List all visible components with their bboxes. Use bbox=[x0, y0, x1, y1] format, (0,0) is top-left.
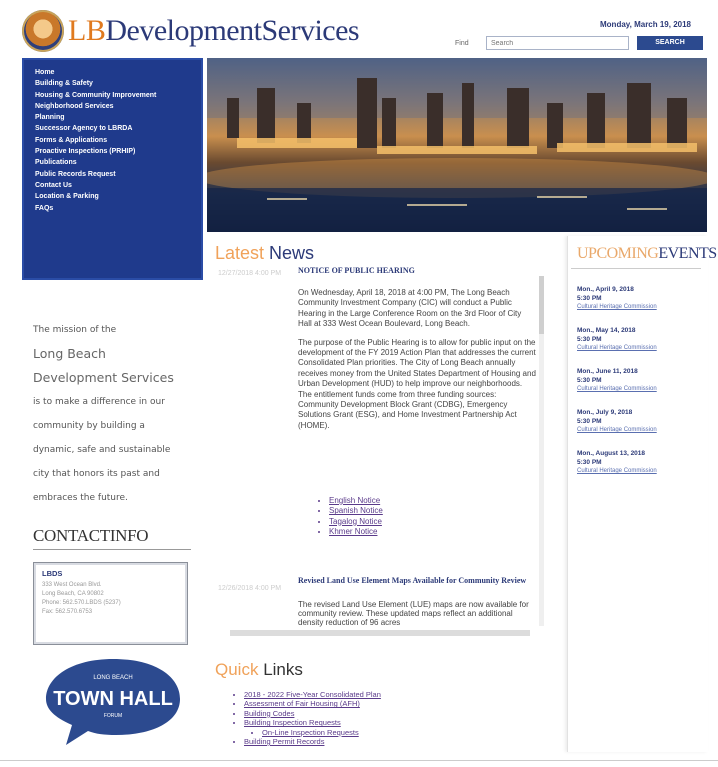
event-link[interactable]: Cultural Heritage Commission bbox=[577, 426, 705, 435]
sidebar-item-contact[interactable]: Contact Us bbox=[35, 180, 203, 191]
news-paragraph: On Wednesday, April 18, 2018 at 4:00 PM,… bbox=[298, 288, 522, 329]
event-time: 5:30 PM bbox=[577, 336, 602, 343]
mission-line: is to make a difference in our bbox=[33, 397, 165, 407]
quick-link[interactable]: Building Codes bbox=[244, 709, 381, 718]
sidebar-item-records[interactable]: Public Records Request bbox=[35, 169, 203, 180]
news-date: 12/26/2018 4:00 PM bbox=[218, 585, 282, 592]
sidebar-item-building-safety[interactable]: Building & Safety bbox=[35, 78, 203, 89]
townhall-bottom-text: FORUM bbox=[104, 713, 122, 719]
upcoming-events-title: UPCOMINGEVENTS bbox=[577, 245, 717, 263]
news-item-title[interactable]: Revised Land Use Element Maps Available … bbox=[298, 576, 528, 586]
town-hall-forum-badge[interactable]: LONG BEACH TOWN HALL FORUM bbox=[44, 655, 182, 747]
sidebar-item-faqs[interactable]: FAQs bbox=[35, 203, 203, 214]
contact-phone: Phone: 562.570.LBDS (5237) bbox=[42, 600, 121, 606]
event-link[interactable]: Cultural Heritage Commission bbox=[577, 467, 705, 476]
city-skyline-banner bbox=[207, 58, 707, 232]
divider bbox=[33, 549, 191, 550]
contact-city: Long Beach, CA 90802 bbox=[42, 591, 104, 597]
logo-dev: DevelopmentServices bbox=[105, 14, 360, 47]
notice-link-spanish[interactable]: Spanish Notice bbox=[329, 506, 383, 516]
upcoming-events-panel bbox=[567, 236, 708, 752]
mission-line: community by building a bbox=[33, 421, 145, 431]
contact-org: LBDS bbox=[42, 569, 63, 578]
event-link[interactable]: Cultural Heritage Commission bbox=[577, 344, 705, 353]
latest-news-title: Latest News bbox=[215, 243, 314, 264]
notice-link-english[interactable]: English Notice bbox=[329, 496, 383, 506]
search-input[interactable] bbox=[486, 36, 629, 50]
sidebar-item-home[interactable]: Home bbox=[35, 67, 203, 78]
event-link[interactable]: Cultural Heritage Commission bbox=[577, 385, 705, 394]
mission-line: dynamic, safe and sustainable bbox=[33, 445, 171, 455]
event-item: Mon., June 11, 2018 5:30 PM Cultural Her… bbox=[577, 367, 705, 394]
quick-link[interactable]: 2018 - 2022 Five-Year Consolidated Plan bbox=[244, 690, 381, 699]
search-button[interactable]: SEARCH bbox=[637, 36, 703, 50]
news-title-a: Latest bbox=[215, 243, 265, 263]
divider bbox=[0, 760, 718, 761]
site-logo[interactable]: LBDevelopmentServices bbox=[68, 14, 360, 48]
event-date: Mon., July 9, 2018 bbox=[577, 409, 633, 416]
quick-link[interactable]: Assessment of Fair Housing (AFH) bbox=[244, 699, 381, 708]
sidebar-item-housing[interactable]: Housing & Community Improvement bbox=[35, 90, 203, 101]
sidebar-item-planning[interactable]: Planning bbox=[35, 112, 203, 123]
news-body: On Wednesday, April 18, 2018 at 4:00 PM,… bbox=[298, 288, 536, 439]
contact-address: 333 West Ocean Blvd. bbox=[42, 582, 102, 588]
quick-link[interactable]: Building Permit Records bbox=[244, 737, 381, 746]
notice-links: English Notice Spanish Notice Tagalog No… bbox=[315, 496, 383, 537]
sidebar-item-neighborhood[interactable]: Neighborhood Services bbox=[35, 101, 203, 112]
event-link[interactable]: Cultural Heritage Commission bbox=[577, 303, 705, 312]
quick-links-list: 2018 - 2022 Five-Year Consolidated Plan … bbox=[230, 690, 381, 746]
sidebar-item-forms[interactable]: Forms & Applications bbox=[35, 135, 203, 146]
event-date: Mon., May 14, 2018 bbox=[577, 327, 636, 334]
event-item: Mon., April 9, 2018 5:30 PM Cultural Her… bbox=[577, 285, 705, 312]
event-item: Mon., August 13, 2018 5:30 PM Cultural H… bbox=[577, 449, 705, 476]
event-date: Mon., June 11, 2018 bbox=[577, 368, 638, 375]
townhall-main-text: TOWN HALL bbox=[53, 688, 173, 710]
news-title-b: News bbox=[264, 243, 315, 263]
news-item-title[interactable]: NOTICE OF PUBLIC HEARING bbox=[298, 266, 415, 275]
sidebar-item-proactive[interactable]: Proactive Inspections (PRHIP) bbox=[35, 146, 203, 157]
townhall-top-text: LONG BEACH bbox=[93, 675, 132, 681]
notice-link-khmer[interactable]: Khmer Notice bbox=[329, 527, 383, 537]
ql-title-a: Quick bbox=[215, 660, 259, 679]
sidebar-item-location[interactable]: Location & Parking bbox=[35, 191, 203, 202]
news-scrollbar-thumb[interactable] bbox=[539, 276, 544, 334]
contact-info-box: LBDS 333 West Ocean Blvd. Long Beach, CA… bbox=[33, 562, 188, 645]
event-time: 5:30 PM bbox=[577, 418, 602, 425]
news-body: The revised Land Use Element (LUE) maps … bbox=[298, 600, 529, 627]
quick-link[interactable]: Building Inspection Requests bbox=[244, 718, 381, 727]
contact-info-title: CONTACTINFO bbox=[33, 526, 149, 545]
event-time: 5:30 PM bbox=[577, 377, 602, 384]
events-title-b: EVENTS bbox=[658, 245, 717, 262]
event-date: Mon., August 13, 2018 bbox=[577, 450, 646, 457]
logo-lb: LB bbox=[68, 14, 106, 47]
ql-title-b: Links bbox=[258, 660, 303, 679]
mission-line: city that honors its past and bbox=[33, 469, 160, 479]
sidebar-item-publications[interactable]: Publications bbox=[35, 157, 203, 168]
divider bbox=[571, 268, 701, 269]
mission-line: Development Services bbox=[33, 370, 174, 385]
event-time: 5:30 PM bbox=[577, 459, 602, 466]
mission-statement: The mission of the Long Beach Developmen… bbox=[33, 318, 191, 510]
event-time: 5:30 PM bbox=[577, 295, 602, 302]
quick-links-title: Quick Links bbox=[215, 660, 303, 680]
contact-fax: Fax: 562.570.6753 bbox=[42, 609, 93, 615]
news-date: 12/27/2018 4:00 PM bbox=[218, 270, 282, 277]
mission-line: embraces the future. bbox=[33, 493, 128, 503]
event-item: Mon., July 9, 2018 5:30 PM Cultural Heri… bbox=[577, 408, 705, 435]
mission-line: The mission of the bbox=[33, 325, 117, 335]
sidebar-item-successor-agency[interactable]: Successor Agency to LBRDA bbox=[35, 123, 203, 134]
mission-line: Long Beach bbox=[33, 346, 106, 361]
sidebar-nav: Home Building & Safety Housing & Communi… bbox=[22, 58, 203, 280]
event-item: Mon., May 14, 2018 5:30 PM Cultural Heri… bbox=[577, 326, 705, 353]
event-date: Mon., April 9, 2018 bbox=[577, 286, 634, 293]
city-seal-logo[interactable] bbox=[22, 10, 64, 52]
news-horizontal-scrollbar[interactable] bbox=[230, 630, 530, 636]
notice-link-tagalog[interactable]: Tagalog Notice bbox=[329, 517, 383, 527]
search-label: Find bbox=[455, 40, 469, 47]
events-title-a: UPCOMING bbox=[577, 245, 659, 262]
current-date: Monday, March 19, 2018 bbox=[600, 20, 691, 29]
news-paragraph: The purpose of the Public Hearing is to … bbox=[298, 337, 536, 430]
quick-link-sub[interactable]: On-Line Inspection Requests bbox=[262, 728, 381, 737]
